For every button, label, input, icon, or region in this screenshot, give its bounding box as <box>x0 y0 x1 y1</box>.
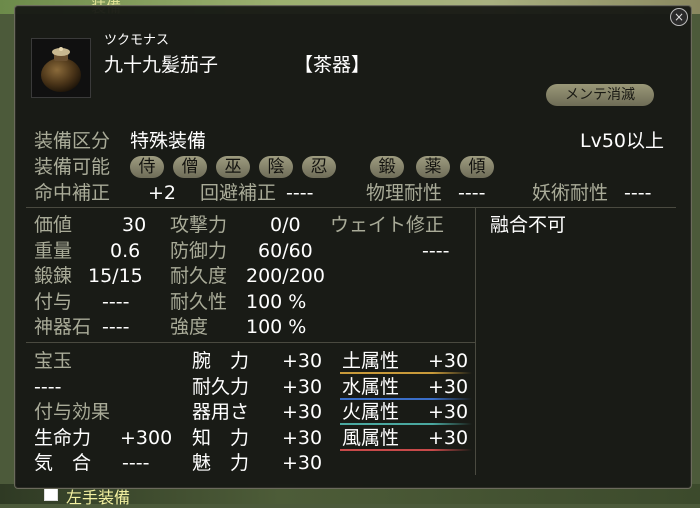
equip-class-value: 特殊装備 <box>130 130 207 152</box>
attribute-value: +30 <box>282 427 323 449</box>
element-value: +30 <box>428 401 469 423</box>
attribute-label: 器用さ <box>192 401 250 423</box>
element-label: 火属性 <box>342 401 400 423</box>
life-value: +300 <box>120 427 173 449</box>
ki-value: ---- <box>122 452 150 474</box>
ki-label: 気 合 <box>34 452 92 474</box>
durability-label: 耐久度 <box>170 265 228 287</box>
gem-value: ---- <box>34 376 62 398</box>
element-label: 風属性 <box>342 427 400 449</box>
value-value: 30 <box>122 214 147 236</box>
durability-value: 200/200 <box>246 265 325 287</box>
element-value: +30 <box>428 376 469 398</box>
wind-underline <box>340 449 472 451</box>
physical-resist-value: ---- <box>458 182 486 204</box>
earth-underline <box>340 372 472 374</box>
maintenance-badge: メンテ消滅 <box>546 84 654 106</box>
tea-caddy-icon <box>41 47 81 92</box>
divider <box>26 207 676 208</box>
strength-label: 強度 <box>170 316 209 338</box>
weight-value: 0.6 <box>110 240 141 262</box>
defense-value: 60/60 <box>258 240 313 262</box>
magic-resist-label: 妖術耐性 <box>532 182 609 204</box>
attribute-value: +30 <box>282 376 323 398</box>
attribute-label: 知 力 <box>192 427 250 449</box>
fire-underline <box>340 423 472 425</box>
weight-fix-label: ウェイト修正 <box>330 214 445 236</box>
durability-pct-value: 100 % <box>246 291 307 313</box>
attribute-value: +30 <box>282 350 323 372</box>
element-value: +30 <box>428 427 469 449</box>
class-chip: 忍 <box>302 156 336 178</box>
divider <box>475 207 476 475</box>
level-requirement: Lv50以上 <box>580 130 665 152</box>
water-underline <box>340 398 472 400</box>
close-icon[interactable]: × <box>670 8 688 26</box>
collapse-toggle-icon[interactable] <box>44 487 58 501</box>
weight-label: 重量 <box>34 240 73 262</box>
class-chip: 薬 <box>416 156 450 178</box>
magic-resist-value: ---- <box>624 182 652 204</box>
equip-possible-label: 装備可能 <box>34 156 111 178</box>
class-chip: 傾 <box>460 156 494 178</box>
divider <box>26 342 475 343</box>
class-chip: 陰 <box>259 156 293 178</box>
attribute-value: +30 <box>282 401 323 423</box>
evade-value: ---- <box>286 182 314 204</box>
equip-class-label: 装備区分 <box>34 130 111 152</box>
attribute-label: 耐久力 <box>192 376 250 398</box>
hit-label: 命中補正 <box>34 182 111 204</box>
attack-value: 0/0 <box>270 214 301 236</box>
item-category: 【茶器】 <box>294 54 371 76</box>
element-label: 土属性 <box>342 350 400 372</box>
attack-label: 攻撃力 <box>170 214 228 236</box>
item-thumbnail <box>31 38 91 98</box>
weight-fix-value: ---- <box>422 240 450 262</box>
class-chip: 巫 <box>216 156 250 178</box>
element-value: +30 <box>428 350 469 372</box>
attribute-label: 魅 力 <box>192 452 250 474</box>
life-label: 生命力 <box>34 427 92 449</box>
forge-value: 15/15 <box>88 265 143 287</box>
class-chip: 鍛 <box>370 156 404 178</box>
value-label: 価値 <box>34 214 73 236</box>
gem-label: 宝玉 <box>34 350 73 372</box>
divine-stone-label: 神器石 <box>34 316 92 338</box>
grant-label: 付与 <box>34 291 73 313</box>
defense-label: 防御力 <box>170 240 228 262</box>
class-chip: 僧 <box>173 156 207 178</box>
grant-value: ---- <box>102 291 130 313</box>
fusion-status: 融合不可 <box>490 214 567 236</box>
item-reading: ツクモナス <box>104 33 170 48</box>
hit-value: +2 <box>148 182 177 204</box>
strength-value: 100 % <box>246 316 307 338</box>
effect-label: 付与効果 <box>34 401 111 423</box>
attribute-label: 腕 力 <box>192 350 250 372</box>
evade-label: 回避補正 <box>200 182 277 204</box>
element-label: 水属性 <box>342 376 400 398</box>
class-chip: 侍 <box>130 156 164 178</box>
physical-resist-label: 物理耐性 <box>366 182 443 204</box>
forge-label: 鍛錬 <box>34 265 73 287</box>
attribute-value: +30 <box>282 452 323 474</box>
divine-stone-value: ---- <box>102 316 130 338</box>
durability-pct-label: 耐久性 <box>170 291 228 313</box>
item-name: 九十九髪茄子 <box>104 54 219 76</box>
